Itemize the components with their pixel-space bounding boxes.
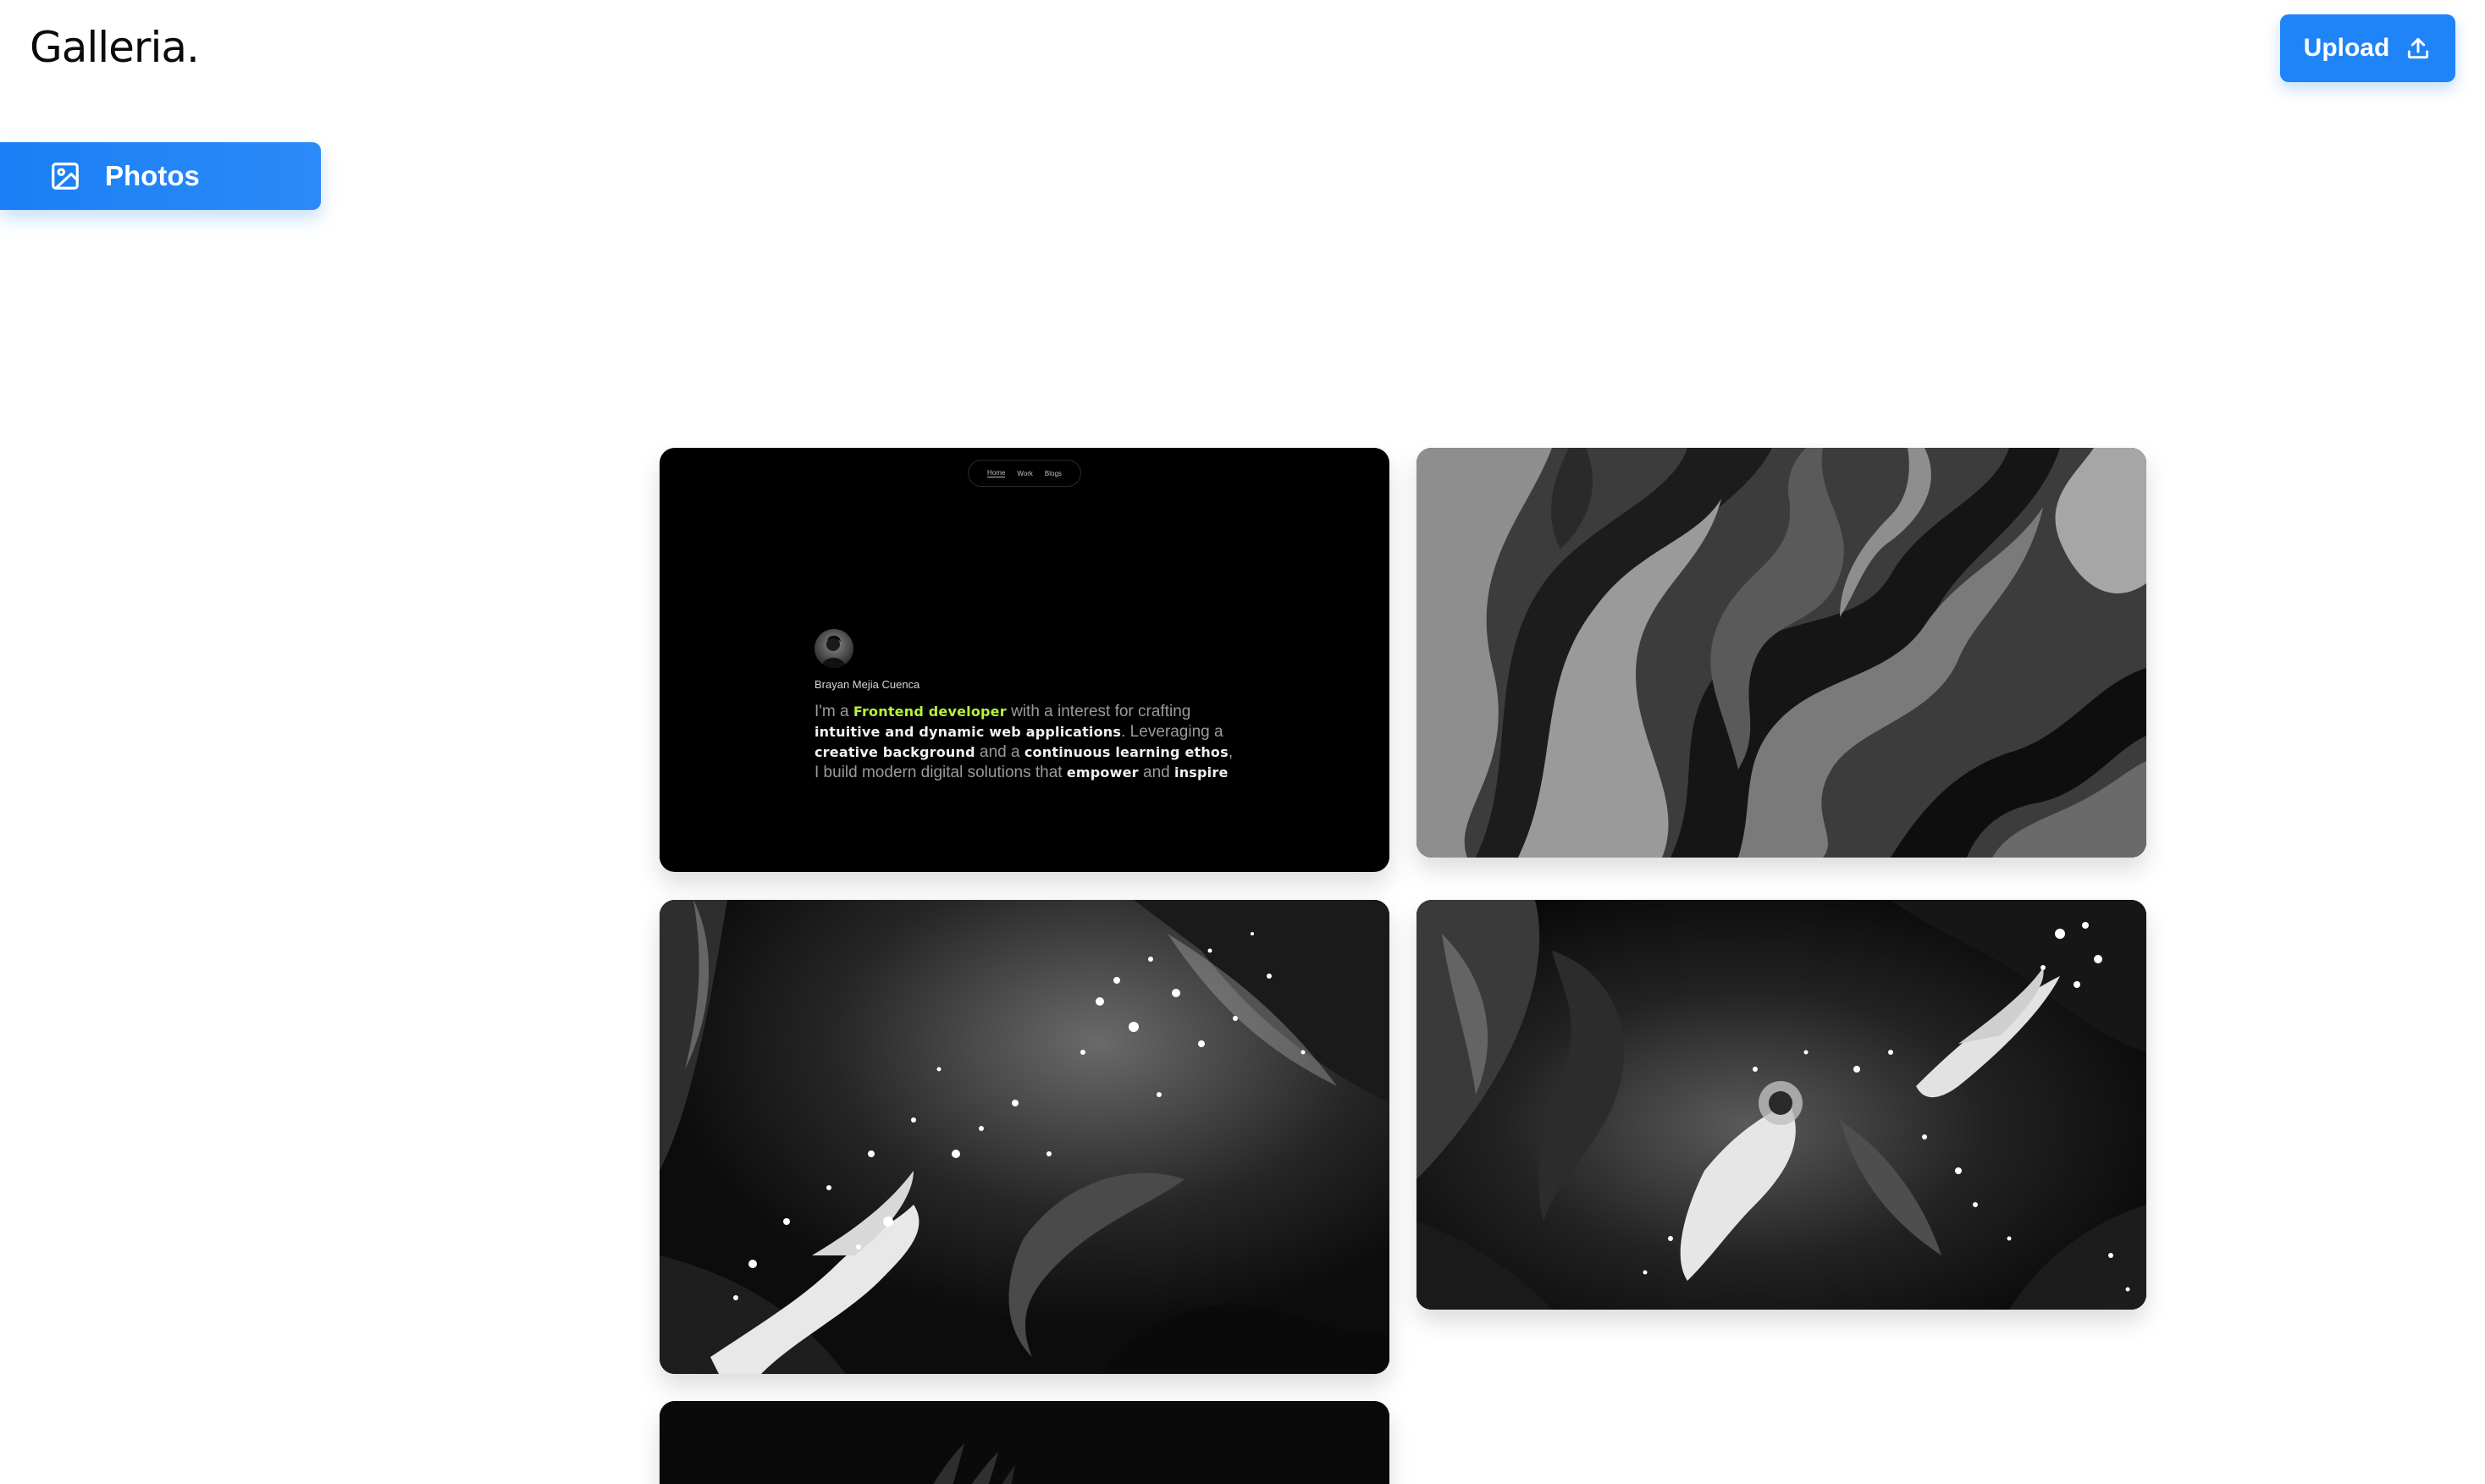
abstract-ink-image <box>660 900 1389 1374</box>
app-logo[interactable]: Galleria. <box>30 19 200 76</box>
abstract-marble-image <box>1416 448 2146 858</box>
bio-text: with a interest for crafting <box>1006 703 1191 720</box>
screenshot-nav-item: Home <box>987 469 1006 477</box>
bio-highlight: empower <box>1066 764 1139 781</box>
bio-text: I'm a <box>815 703 853 720</box>
upload-button[interactable]: Upload <box>2280 14 2455 82</box>
upload-icon <box>2405 35 2432 62</box>
photo-card[interactable] <box>1416 900 2146 1310</box>
bio-highlight: Frontend developer <box>853 703 1007 720</box>
screenshot-bio: I'm a Frontend developer with a interest… <box>815 702 1238 783</box>
bio-highlight: inspire <box>1174 764 1229 781</box>
screenshot-name: Brayan Mejia Cuenca <box>815 678 920 691</box>
screenshot-avatar <box>815 629 853 668</box>
photo-card[interactable]: Home Work Blogs Brayan Mejia Cuenca I'm … <box>660 448 1389 872</box>
screenshot-nav-item: Work <box>1017 469 1033 477</box>
screenshot-nav: Home Work Blogs <box>968 460 1081 487</box>
bio-highlight: continuous learning ethos <box>1024 744 1229 760</box>
bio-text: and a <box>975 743 1024 761</box>
sidebar-item-photos[interactable]: Photos <box>0 142 321 210</box>
sidebar-item-label: Photos <box>105 160 200 191</box>
bio-highlight: intuitive and dynamic web applications <box>815 724 1122 740</box>
abstract-ink-image <box>1416 900 2146 1310</box>
photo-card[interactable] <box>1416 448 2146 858</box>
photo-card[interactable] <box>660 1401 1389 1484</box>
screenshot-nav-item: Blogs <box>1044 469 1062 477</box>
bio-text: and <box>1138 764 1175 781</box>
image-icon <box>49 160 81 192</box>
photo-card[interactable] <box>660 900 1389 1374</box>
upload-label: Upload <box>2303 34 2390 62</box>
bio-highlight: creative background <box>815 744 975 760</box>
app-root: Galleria. Upload Photos Home Work Blogs <box>0 0 2485 1484</box>
abstract-dark-image <box>660 1401 1389 1484</box>
bio-text: . Leveraging a <box>1121 723 1223 741</box>
